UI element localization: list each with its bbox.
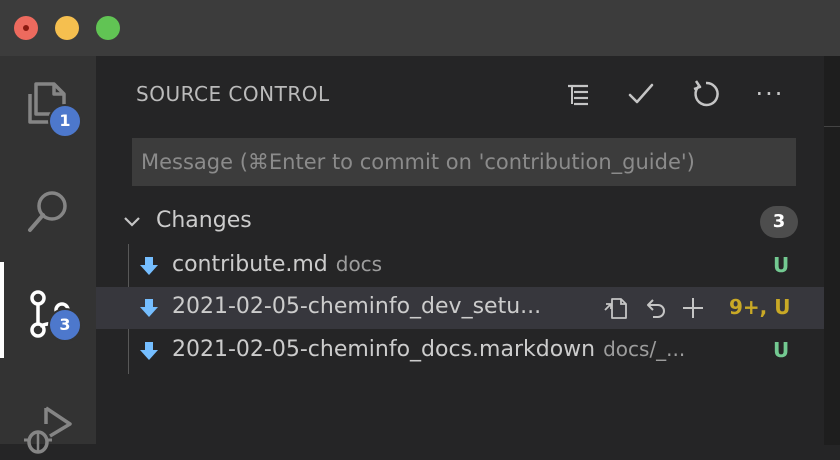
activity-bar: 1 3: [0, 56, 96, 454]
change-item-contribute[interactable]: contribute.md docs U: [96, 245, 824, 287]
file-label: 2021-02-05-cheminfo_docs.markdown docs/_.…: [172, 337, 686, 362]
activity-run-debug[interactable]: [0, 376, 96, 460]
status-untracked: U: [773, 338, 790, 362]
check-icon: [628, 83, 654, 104]
discard-changes-button[interactable]: [640, 293, 670, 323]
changes-group-header[interactable]: Changes 3: [96, 202, 824, 242]
activity-explorer[interactable]: 1: [0, 56, 96, 140]
view-as-tree-button[interactable]: [560, 76, 596, 112]
run-debug-icon: [24, 406, 72, 454]
stage-changes-button[interactable]: [678, 293, 708, 323]
file-label: contribute.md docs: [172, 252, 383, 277]
markdown-download-icon: [140, 299, 158, 317]
view-as-tree-icon: [568, 84, 588, 106]
chevron-down-icon: [124, 217, 140, 227]
refresh-icon: [693, 80, 719, 107]
discard-icon: [647, 299, 665, 318]
plus-icon: [683, 298, 703, 318]
more-actions-button[interactable]: ···: [752, 76, 788, 112]
explorer-badge: 1: [48, 104, 82, 138]
change-item-dev-setup[interactable]: 2021-02-05-cheminfo_dev_setu... 9+, U: [96, 287, 824, 329]
file-label: 2021-02-05-cheminfo_dev_setu...: [172, 294, 542, 319]
source-control-view: SOURCE CONTROL ··· Message (⌘Enter to co…: [96, 56, 824, 444]
close-window-button[interactable]: [14, 16, 38, 40]
refresh-button[interactable]: [688, 76, 724, 112]
status-untracked: U: [773, 253, 790, 277]
open-file-button[interactable]: [601, 293, 631, 323]
activity-source-control[interactable]: 3: [0, 266, 96, 350]
editor-edge: [824, 56, 840, 445]
status-problems-untracked: 9+, U: [729, 295, 791, 319]
changes-count-badge: 3: [760, 206, 798, 238]
search-icon: [28, 191, 67, 232]
scm-badge: 3: [48, 308, 82, 342]
title-bar: [0, 0, 840, 56]
commit-message-input[interactable]: Message (⌘Enter to commit on 'contributi…: [132, 138, 796, 186]
commit-button[interactable]: [623, 76, 659, 112]
view-title: SOURCE CONTROL: [136, 82, 330, 106]
change-item-docs-markdown[interactable]: 2021-02-05-cheminfo_docs.markdown docs/_.…: [96, 330, 824, 372]
activity-search[interactable]: [0, 166, 96, 250]
minimize-window-button[interactable]: [55, 16, 79, 40]
markdown-download-icon: [140, 257, 158, 275]
markdown-download-icon: [140, 342, 158, 360]
changes-label: Changes: [156, 208, 252, 233]
go-to-file-icon: [604, 298, 627, 319]
zoom-window-button[interactable]: [96, 16, 120, 40]
